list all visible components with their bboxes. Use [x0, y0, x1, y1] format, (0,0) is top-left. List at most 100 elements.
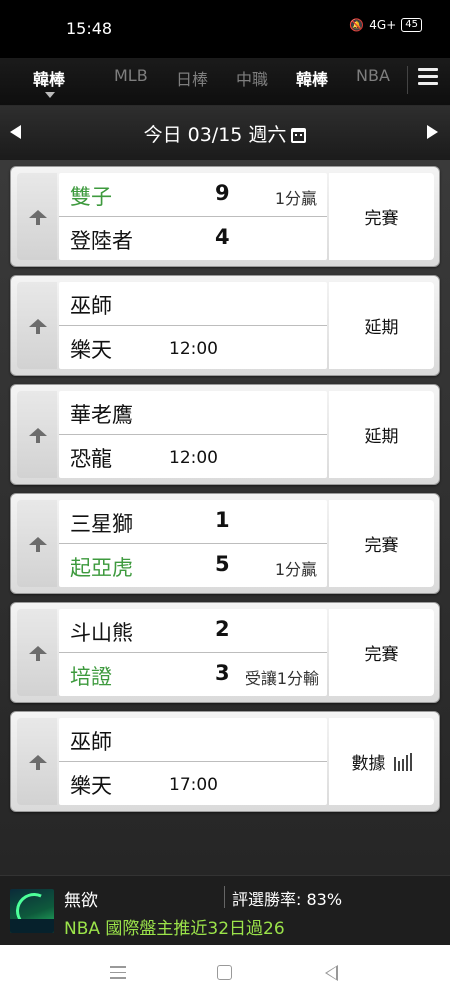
calendar-icon[interactable]: [291, 128, 307, 143]
pin-top-icon[interactable]: [29, 319, 47, 334]
home-result-note: 1分贏: [274, 189, 317, 208]
tab-mlb[interactable]: MLB: [114, 66, 148, 85]
away-row: 樂天 12:00: [59, 326, 327, 370]
home-row: 華老鷹: [59, 391, 327, 435]
away-team-name: 樂天: [70, 338, 112, 362]
home-team-name: 華老鷹: [70, 403, 133, 427]
battery-icon: 45: [401, 18, 422, 32]
tab-cpbl[interactable]: 中職: [236, 66, 268, 90]
away-team-name: 起亞虎: [70, 556, 133, 580]
away-row: 恐龍 12:00: [59, 435, 327, 479]
tab-nba[interactable]: NBA: [356, 66, 390, 85]
promo-text[interactable]: NBA 國際盤主推近32日過26: [64, 914, 285, 939]
win-rate: 評選勝率: 83%: [232, 890, 343, 909]
away-score: 5: [215, 552, 230, 576]
pin-top-icon[interactable]: [29, 537, 47, 552]
tab-divider: [407, 66, 408, 94]
home-icon[interactable]: [217, 965, 232, 980]
home-team-name: 斗山熊: [70, 621, 133, 645]
date-bar: 今日 03/15 週六: [0, 106, 450, 160]
away-team-name: 培證: [70, 665, 112, 689]
game-status[interactable]: 完賽: [329, 500, 434, 587]
pin-top-icon[interactable]: [29, 210, 47, 225]
game-time: 17:00: [169, 775, 218, 795]
home-row: 巫師: [59, 718, 327, 762]
home-score: 1: [215, 508, 230, 532]
game-teams: 斗山熊 2 培證 3 受讓1分輸: [59, 609, 327, 696]
pin-button[interactable]: [17, 500, 57, 587]
status-time: 15:48: [66, 19, 113, 38]
pin-button[interactable]: [17, 609, 57, 696]
expert-pick-banner[interactable]: 無欲 評選勝率: 83% NBA 國際盤主推近32日過26: [0, 875, 450, 945]
away-score: 4: [215, 225, 230, 249]
recent-apps-icon[interactable]: [110, 966, 126, 983]
expert-name: 無欲: [64, 891, 98, 911]
date-label: 今日 03/15 週六: [143, 124, 287, 146]
game-card[interactable]: 巫師 樂天 12:00 延期: [10, 275, 440, 376]
home-row: 斗山熊 2: [59, 609, 327, 653]
game-card[interactable]: 雙子 9 1分贏 登陸者 4 完賽: [10, 166, 440, 267]
home-row: 巫師: [59, 282, 327, 326]
home-team-name: 巫師: [70, 294, 112, 318]
game-teams: 華老鷹 恐龍 12:00: [59, 391, 327, 478]
home-row: 三星獅 1: [59, 500, 327, 544]
home-score: 2: [215, 617, 230, 641]
home-score: 9: [215, 181, 230, 205]
away-row: 培證 3 受讓1分輸: [59, 653, 327, 697]
game-status[interactable]: 完賽: [329, 609, 434, 696]
pin-button[interactable]: [17, 282, 57, 369]
avatar: [10, 889, 54, 933]
tab-kbo-2[interactable]: 韓棒: [296, 66, 328, 90]
home-team-name: 三星獅: [70, 512, 133, 536]
pin-top-icon[interactable]: [29, 428, 47, 443]
signal-icon: 4G+: [369, 18, 397, 32]
system-nav-bar: [0, 945, 450, 1000]
home-team-name: 巫師: [70, 730, 112, 754]
back-icon[interactable]: [325, 965, 338, 981]
away-team-name: 樂天: [70, 774, 112, 798]
next-day-icon[interactable]: [427, 125, 438, 139]
game-status: 數據: [351, 754, 386, 774]
game-card[interactable]: 三星獅 1 起亞虎 5 1分贏 完賽: [10, 493, 440, 594]
game-card[interactable]: 華老鷹 恐龍 12:00 延期: [10, 384, 440, 485]
pin-button[interactable]: [17, 391, 57, 478]
away-row: 登陸者 4: [59, 217, 327, 261]
tab-kbo[interactable]: 韓棒: [33, 66, 65, 90]
away-result-note: 受讓1分輸: [244, 669, 319, 688]
stats-button[interactable]: 數據: [329, 718, 434, 805]
away-team-name: 恐龍: [70, 447, 112, 471]
game-card[interactable]: 斗山熊 2 培證 3 受讓1分輸 完賽: [10, 602, 440, 703]
banner-divider: [224, 886, 225, 908]
game-status[interactable]: 完賽: [329, 173, 434, 260]
game-teams: 巫師 樂天 12:00: [59, 282, 327, 369]
game-time: 12:00: [169, 339, 218, 359]
pin-button[interactable]: [17, 173, 57, 260]
stats-bars-icon: [393, 752, 412, 771]
home-row: 雙子 9 1分贏: [59, 173, 327, 217]
pin-top-icon[interactable]: [29, 755, 47, 770]
league-tab-bar: 韓棒 MLB 日棒 中職 韓棒 NBA: [0, 58, 450, 106]
game-teams: 巫師 樂天 17:00: [59, 718, 327, 805]
game-list: 雙子 9 1分贏 登陸者 4 完賽 巫師 樂天 12:00 延期 華老鷹 恐龍 …: [0, 160, 450, 875]
away-score: 3: [215, 661, 230, 685]
game-teams: 三星獅 1 起亞虎 5 1分贏: [59, 500, 327, 587]
mute-icon: 🔕: [349, 18, 365, 32]
game-time: 12:00: [169, 448, 218, 468]
home-team-name: 雙子: [70, 185, 112, 209]
menu-icon[interactable]: [418, 68, 438, 86]
pin-top-icon[interactable]: [29, 646, 47, 661]
pin-button[interactable]: [17, 718, 57, 805]
game-card[interactable]: 巫師 樂天 17:00 數據: [10, 711, 440, 812]
status-icons: 🔕 4G+ 45: [349, 18, 422, 32]
game-status[interactable]: 延期: [329, 282, 434, 369]
game-teams: 雙子 9 1分贏 登陸者 4: [59, 173, 327, 260]
status-bar: 15:48 🔕 4G+ 45: [0, 0, 450, 58]
active-tab-caret-icon: [45, 92, 55, 98]
away-team-name: 登陸者: [70, 229, 133, 253]
game-status[interactable]: 延期: [329, 391, 434, 478]
away-row: 樂天 17:00: [59, 762, 327, 806]
tab-npb[interactable]: 日棒: [176, 66, 208, 90]
away-row: 起亞虎 5 1分贏: [59, 544, 327, 588]
date-selector[interactable]: 今日 03/15 週六: [0, 120, 450, 147]
away-result-note: 1分贏: [274, 560, 317, 579]
